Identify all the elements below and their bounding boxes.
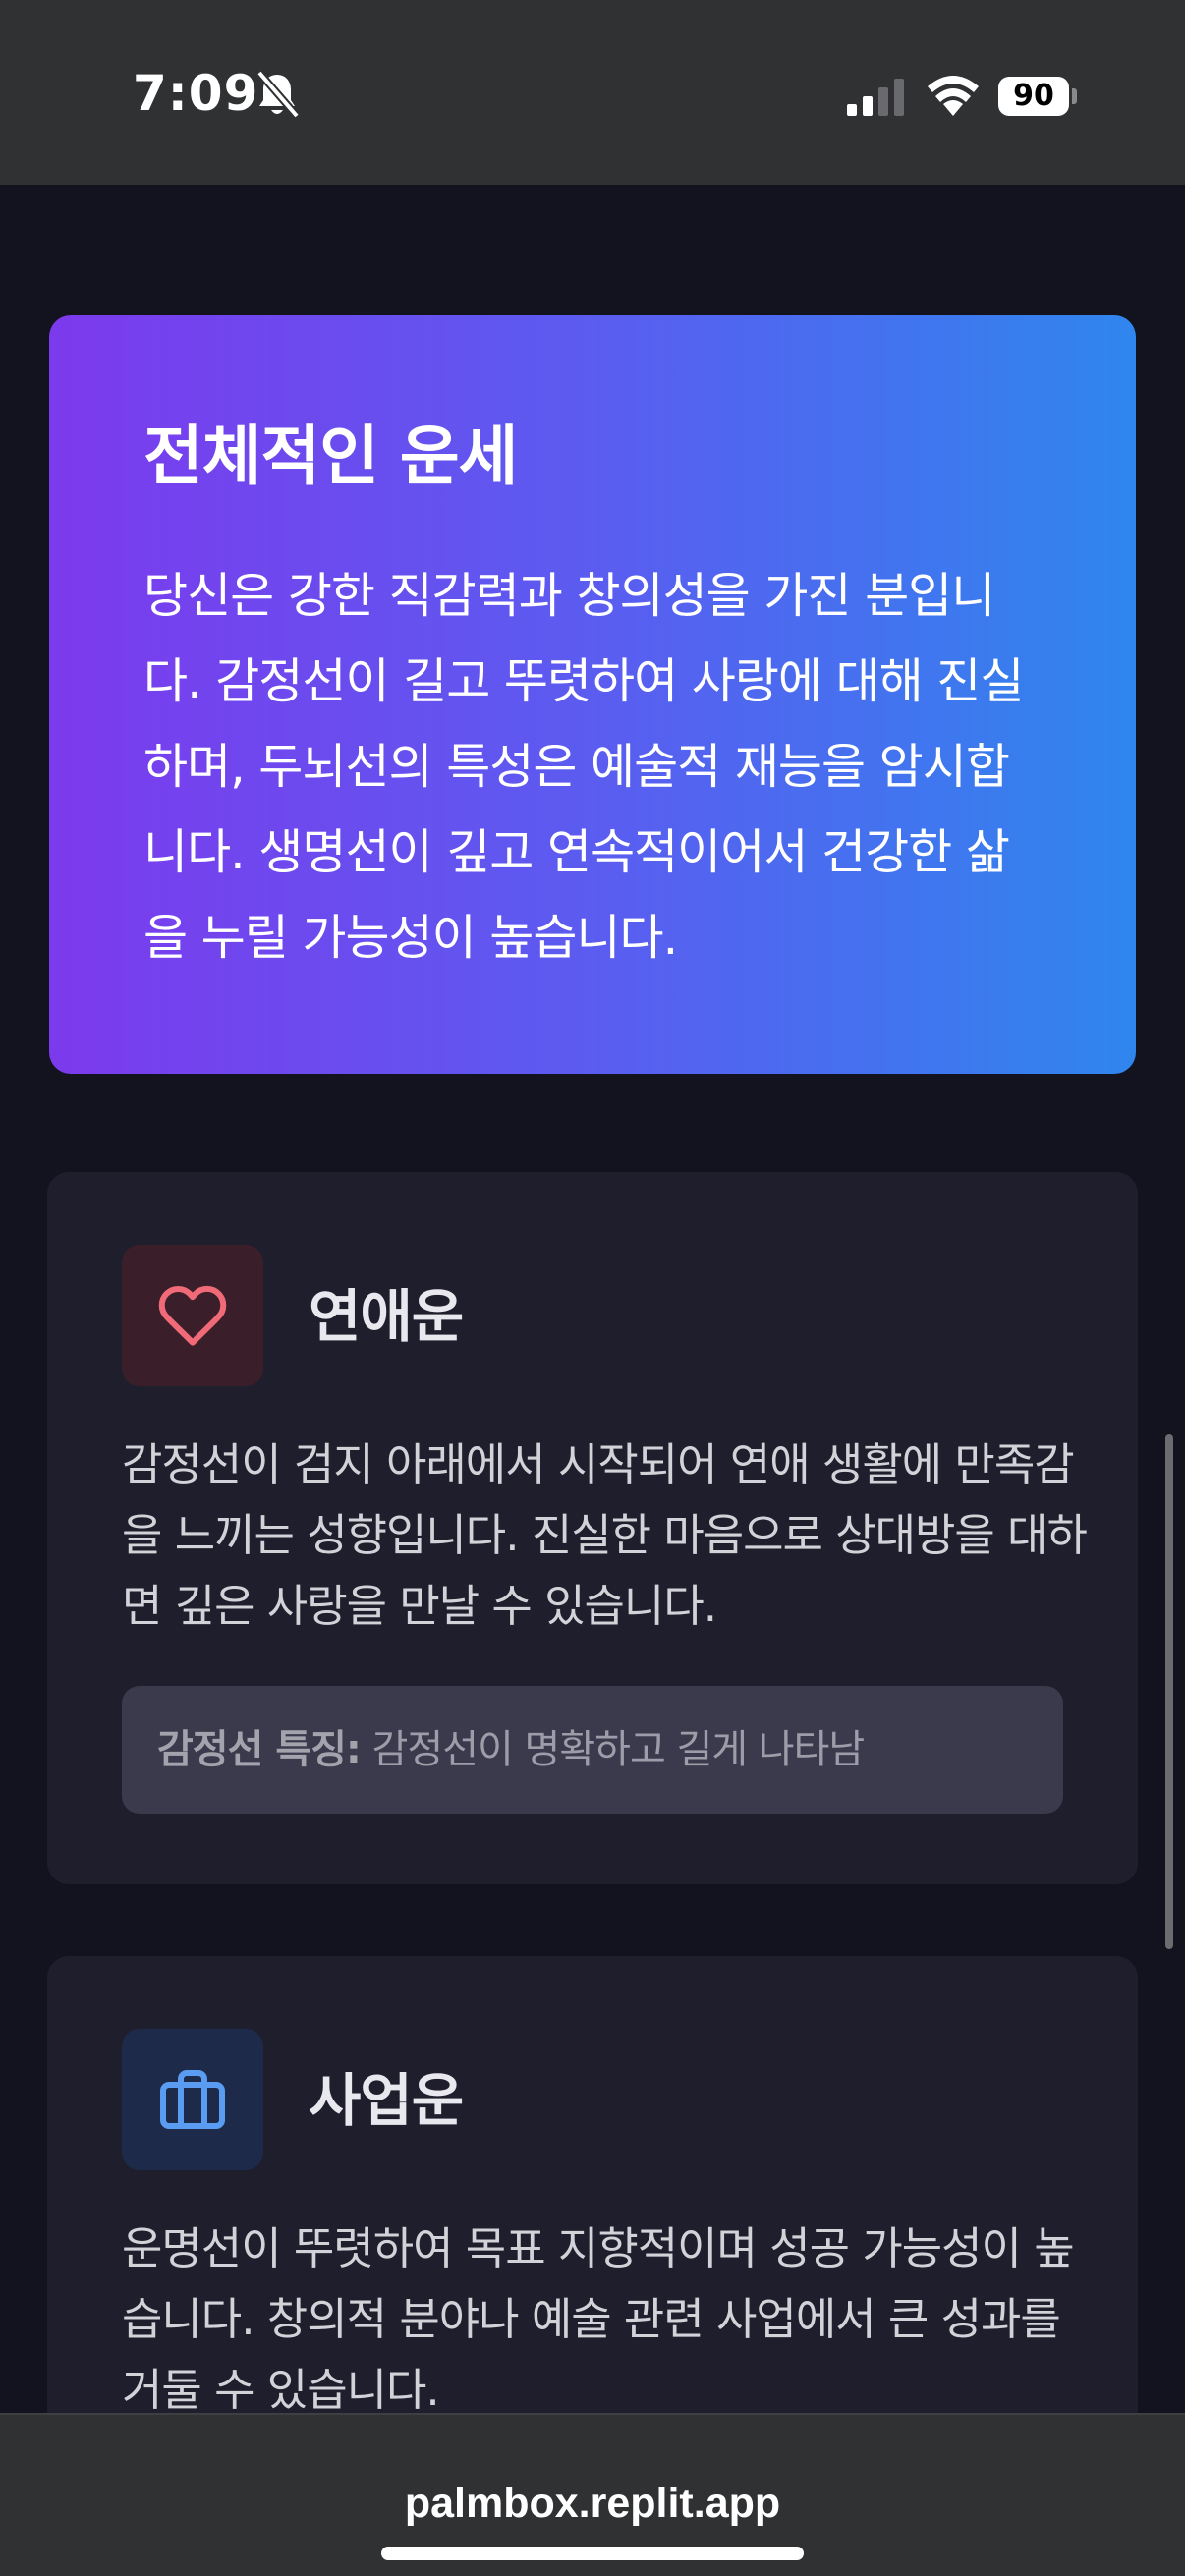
love-fortune-text: 감정선이 검지 아래에서 시작되어 연애 생활에 만족감을 느끼는 성향입니다.… xyxy=(122,1438,1088,1632)
battery-body: 90 xyxy=(998,77,1069,116)
love-feature-box: 감정선 특징: 감정선이 명확하고 길게 나타남 xyxy=(122,1686,1063,1814)
home-indicator[interactable] xyxy=(381,2547,804,2560)
business-fortune-text: 운명선이 뚜렷하여 목표 지향적이며 성공 가능성이 높습니다. 창의적 분야나… xyxy=(122,2222,1075,2413)
browser-address-bar[interactable]: palmbox.replit.app xyxy=(0,2413,1185,2576)
business-icon-box xyxy=(122,2029,263,2170)
status-time: 7:09 xyxy=(133,65,259,122)
bell-slash-icon xyxy=(255,70,301,119)
briefcase-icon xyxy=(160,2070,225,2129)
overall-fortune-title: 전체적인 운세 xyxy=(143,419,518,494)
battery-icon: 90 xyxy=(998,77,1077,116)
battery-level: 90 xyxy=(1013,79,1054,113)
love-icon-box xyxy=(122,1245,263,1386)
feature-label: 감정선 특징: xyxy=(157,1727,362,1772)
url-text[interactable]: palmbox.replit.app xyxy=(0,2480,1185,2528)
cellular-signal-icon xyxy=(847,79,904,116)
overall-fortune-text: 당신은 강한 직감력과 창의성을 가진 분입니다. 감정선이 길고 뚜렷하여 사… xyxy=(143,568,1024,966)
scrollbar-thumb[interactable] xyxy=(1165,1434,1173,1949)
battery-tip xyxy=(1072,88,1077,104)
status-bar: 7:09 90 xyxy=(0,0,1185,185)
heart-icon xyxy=(158,1285,227,1346)
love-fortune-card: 연애운 감정선이 검지 아래에서 시작되어 연애 생활에 만족감을 느끼는 성향… xyxy=(47,1172,1138,1884)
business-fortune-title: 사업운 xyxy=(309,2067,464,2134)
page-content[interactable]: 전체적인 운세 당신은 강한 직감력과 창의성을 가진 분입니다. 감정선이 길… xyxy=(0,185,1185,2413)
love-fortune-title: 연애운 xyxy=(309,1283,464,1350)
business-fortune-card: 사업운 운명선이 뚜렷하여 목표 지향적이며 성공 가능성이 높습니다. 창의적… xyxy=(47,1956,1138,2413)
overall-fortune-card: 전체적인 운세 당신은 강한 직감력과 창의성을 가진 분입니다. 감정선이 길… xyxy=(49,315,1136,1074)
wifi-icon xyxy=(928,76,979,116)
feature-value: 감정선이 명확하고 길게 나타남 xyxy=(360,1727,866,1772)
